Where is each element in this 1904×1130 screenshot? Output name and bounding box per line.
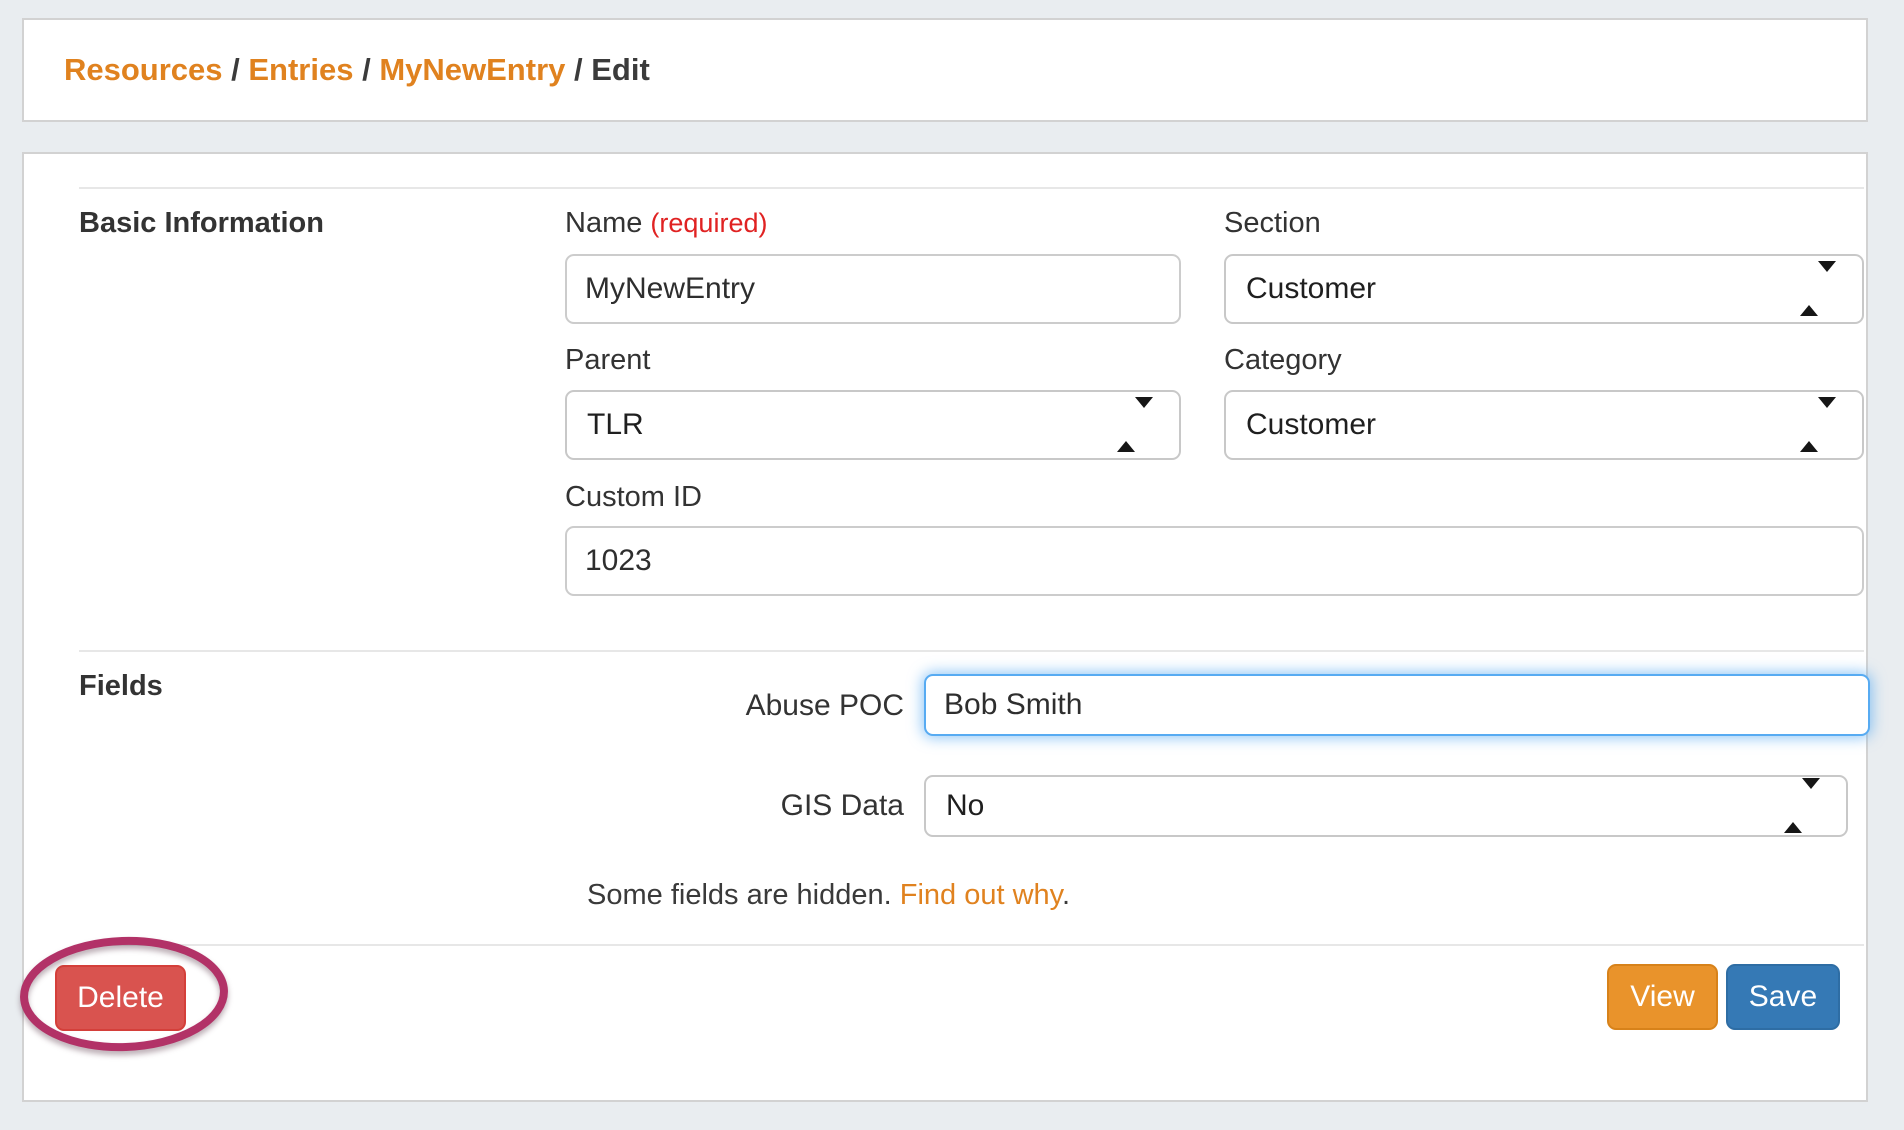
category-label: Category: [1224, 344, 1342, 377]
name-label-text: Name: [565, 207, 642, 239]
abuse-poc-label: Abuse POC: [604, 689, 904, 723]
parent-select-value: TLR: [587, 408, 644, 442]
select-arrows-icon: [1800, 272, 1836, 306]
abuse-poc-input[interactable]: [924, 674, 1870, 736]
section-divider: [79, 187, 1864, 189]
gis-data-select[interactable]: No: [924, 775, 1848, 837]
hidden-fields-note: Some fields are hidden. Find out why.: [587, 879, 1070, 912]
name-label: Name (required): [565, 207, 767, 240]
parent-select[interactable]: TLR: [565, 390, 1181, 460]
basic-information-title: Basic Information: [79, 207, 324, 240]
section-select-value: Customer: [1246, 272, 1376, 306]
breadcrumb-separator: /: [353, 52, 379, 88]
breadcrumb: Resources / Entries / MyNewEntry / Edit: [64, 20, 650, 120]
save-button[interactable]: Save: [1726, 964, 1840, 1030]
select-arrows-icon: [1117, 408, 1153, 442]
edit-form-card: Basic Information Name (required) Sectio…: [22, 152, 1868, 1102]
custom-id-label: Custom ID: [565, 481, 702, 514]
parent-label: Parent: [565, 344, 650, 377]
select-arrows-icon: [1784, 789, 1820, 823]
section-label: Section: [1224, 207, 1321, 240]
category-select[interactable]: Customer: [1224, 390, 1864, 460]
fields-section-title: Fields: [79, 670, 163, 703]
breadcrumb-separator: /: [223, 52, 249, 88]
gis-data-label: GIS Data: [604, 789, 904, 823]
section-divider: [79, 650, 1864, 652]
category-select-value: Customer: [1246, 408, 1376, 442]
breadcrumb-link-resources[interactable]: Resources: [64, 52, 223, 88]
breadcrumb-link-mynewentry[interactable]: MyNewEntry: [379, 52, 565, 88]
delete-button[interactable]: Delete: [55, 965, 186, 1031]
custom-id-input[interactable]: [565, 526, 1864, 596]
name-input[interactable]: [565, 254, 1181, 324]
gis-data-select-value: No: [946, 789, 984, 823]
hidden-fields-note-suffix: .: [1062, 879, 1070, 911]
find-out-why-link[interactable]: Find out why: [900, 879, 1062, 911]
breadcrumb-separator: /: [565, 52, 591, 88]
name-required-note: (required): [650, 208, 767, 238]
breadcrumb-current-edit: Edit: [591, 52, 650, 88]
select-arrows-icon: [1800, 408, 1836, 442]
section-select[interactable]: Customer: [1224, 254, 1864, 324]
view-button[interactable]: View: [1607, 964, 1718, 1030]
page-background: Resources / Entries / MyNewEntry / Edit …: [0, 0, 1904, 1130]
breadcrumb-link-entries[interactable]: Entries: [248, 52, 353, 88]
hidden-fields-note-text: Some fields are hidden.: [587, 879, 900, 911]
breadcrumb-card: Resources / Entries / MyNewEntry / Edit: [22, 18, 1868, 122]
footer-divider: [79, 944, 1864, 946]
